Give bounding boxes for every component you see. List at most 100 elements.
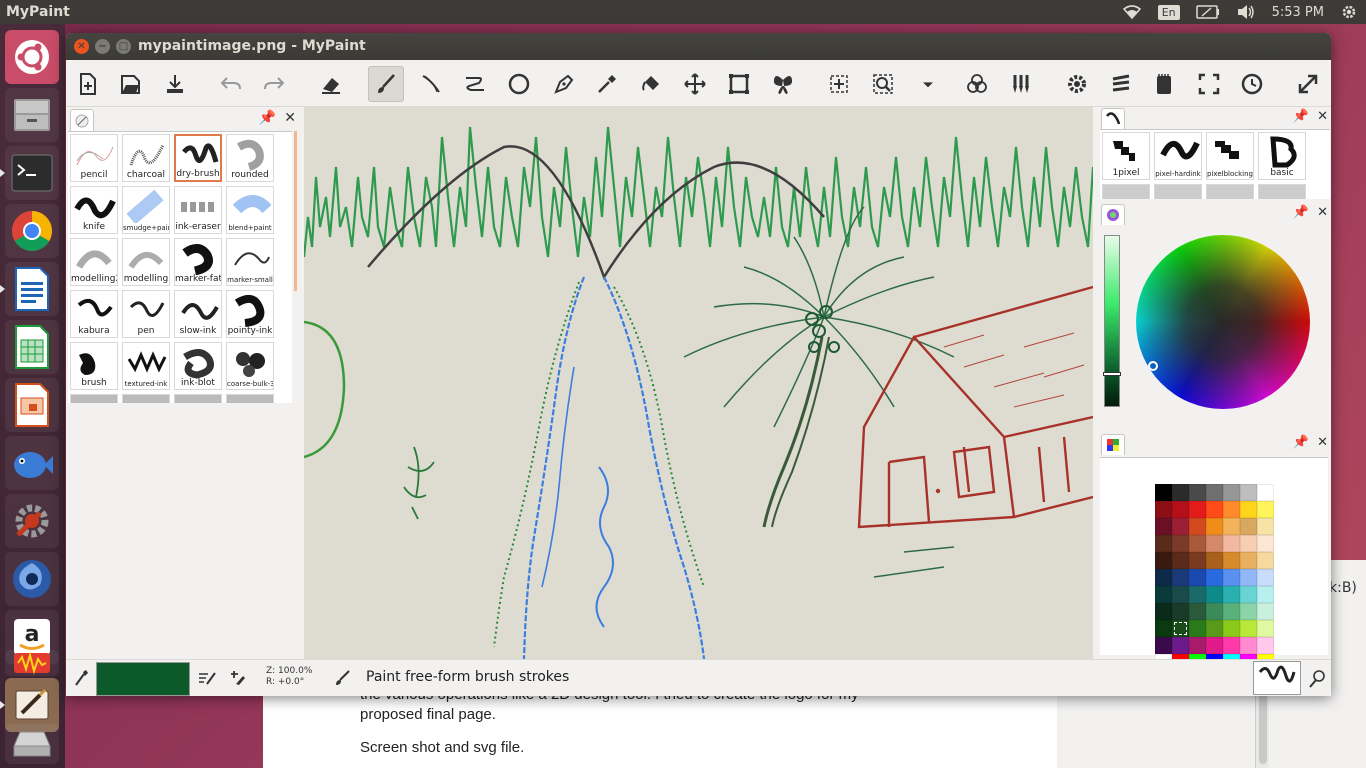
palette-swatch[interactable] xyxy=(1223,501,1240,518)
palette-swatch[interactable] xyxy=(1240,484,1257,501)
brush-item[interactable] xyxy=(1206,184,1254,199)
palette-swatch[interactable] xyxy=(1189,637,1206,654)
files-icon[interactable] xyxy=(5,88,59,142)
audio-app-icon[interactable] xyxy=(5,650,59,676)
palette-swatch[interactable] xyxy=(1223,637,1240,654)
palette-swatch[interactable] xyxy=(1189,552,1206,569)
palette-swatch[interactable] xyxy=(1155,620,1172,637)
pin-icon[interactable]: 📌 xyxy=(1293,435,1309,450)
palette-swatch[interactable] xyxy=(1206,620,1223,637)
battery-icon[interactable] xyxy=(1195,5,1220,19)
palette-swatch[interactable] xyxy=(1172,484,1189,501)
brush-item[interactable]: ink-blot xyxy=(174,342,222,390)
pin-icon[interactable]: 📌 xyxy=(259,110,276,126)
shutter-icon[interactable] xyxy=(5,552,59,606)
palette-swatch[interactable] xyxy=(1240,535,1257,552)
close-icon[interactable]: ✕ xyxy=(284,110,296,126)
brush-item[interactable]: ink-eraser xyxy=(174,186,222,234)
close-icon[interactable]: ✕ xyxy=(1317,205,1328,220)
fish-app-icon[interactable] xyxy=(5,436,59,490)
palette-swatch[interactable] xyxy=(1172,535,1189,552)
palette-swatch[interactable] xyxy=(1172,586,1189,603)
palette-swatch[interactable] xyxy=(1189,484,1206,501)
palette-swatch[interactable] xyxy=(1257,484,1274,501)
brush-group-tab[interactable] xyxy=(1101,108,1125,129)
impress-icon[interactable] xyxy=(5,378,59,432)
palette-swatch[interactable] xyxy=(1155,569,1172,586)
brush-item[interactable] xyxy=(226,394,274,403)
palette-swatch[interactable] xyxy=(1172,569,1189,586)
palette-swatch[interactable] xyxy=(1155,535,1172,552)
ubuntu-dash-icon[interactable] xyxy=(5,30,59,84)
palette-swatch[interactable] xyxy=(1206,518,1223,535)
palette-swatch[interactable] xyxy=(1240,518,1257,535)
palette-swatch[interactable] xyxy=(1189,518,1206,535)
brush-item[interactable] xyxy=(1154,184,1202,199)
palette-swatch[interactable] xyxy=(1240,552,1257,569)
color-wheel[interactable] xyxy=(1136,235,1310,409)
fill-icon[interactable] xyxy=(633,66,669,102)
palette-swatch[interactable] xyxy=(1189,603,1206,620)
fullscreen-icon[interactable] xyxy=(1191,66,1227,102)
palette-swatch[interactable] xyxy=(1223,586,1240,603)
palette-swatch[interactable] xyxy=(1257,620,1274,637)
pin-icon[interactable]: 📌 xyxy=(1293,205,1309,220)
save-icon[interactable] xyxy=(157,66,193,102)
close-icon[interactable]: ✕ xyxy=(1317,109,1328,124)
inking-pen-icon[interactable] xyxy=(546,66,582,102)
palette-swatch[interactable] xyxy=(1223,620,1240,637)
palette-swatch[interactable] xyxy=(1240,569,1257,586)
frame-icon[interactable] xyxy=(721,66,757,102)
palette-swatch[interactable] xyxy=(1257,535,1274,552)
palette-swatch[interactable] xyxy=(1189,535,1206,552)
brush-item[interactable]: modelling2 xyxy=(70,238,118,286)
close-icon[interactable]: ✕ xyxy=(1317,435,1328,450)
palette-swatch[interactable] xyxy=(1257,569,1274,586)
symmetry-icon[interactable] xyxy=(765,66,801,102)
brush-item[interactable]: basic xyxy=(1258,132,1306,180)
palette-swatch[interactable] xyxy=(1223,569,1240,586)
color-picker-icon[interactable] xyxy=(589,66,625,102)
brush-item[interactable]: pixelblocking xyxy=(1206,132,1254,180)
brush-item[interactable] xyxy=(1102,184,1150,199)
palette-swatch[interactable] xyxy=(1155,518,1172,535)
zoom-icon[interactable] xyxy=(865,66,901,102)
palette-swatch[interactable] xyxy=(1172,501,1189,518)
brush-panel-tab[interactable] xyxy=(70,109,94,131)
brush-history-icon[interactable] xyxy=(1308,670,1326,692)
palette-swatch[interactable] xyxy=(1257,586,1274,603)
settings-gear-icon[interactable] xyxy=(1340,3,1358,21)
brush-settings-icon[interactable] xyxy=(1003,66,1039,102)
palette-swatch[interactable] xyxy=(1172,637,1189,654)
background-scrollbar[interactable] xyxy=(1255,686,1269,768)
preferences-icon[interactable] xyxy=(1059,66,1095,102)
brush-item[interactable] xyxy=(70,394,118,403)
brush-edit-icon[interactable] xyxy=(198,670,216,690)
value-slider[interactable] xyxy=(1103,235,1121,407)
palette-swatch[interactable] xyxy=(1206,637,1223,654)
palette-swatch[interactable] xyxy=(1172,552,1189,569)
history-icon[interactable] xyxy=(1234,66,1270,102)
calc-icon[interactable] xyxy=(5,320,59,374)
drive-icon[interactable] xyxy=(5,724,59,764)
redo-icon[interactable] xyxy=(256,66,292,102)
palette-swatch[interactable] xyxy=(1172,603,1189,620)
terminal-icon[interactable] xyxy=(0,146,59,200)
connected-lines-icon[interactable] xyxy=(457,66,493,102)
chrome-icon[interactable] xyxy=(5,204,59,258)
palette-swatch[interactable] xyxy=(1155,586,1172,603)
palette-swatch[interactable] xyxy=(1257,518,1274,535)
brush-item[interactable]: kabura xyxy=(70,290,118,338)
palette-swatch[interactable] xyxy=(1223,535,1240,552)
palette-tab[interactable] xyxy=(1101,434,1125,455)
brush-item[interactable]: brush xyxy=(70,342,118,390)
layers-icon[interactable] xyxy=(959,66,995,102)
brush-item[interactable]: pen xyxy=(122,290,170,338)
brush-item[interactable]: pencil xyxy=(70,134,118,182)
brush-item[interactable]: pointy-ink xyxy=(226,290,274,338)
freehand-brush-icon[interactable] xyxy=(368,66,404,102)
ellipse-icon[interactable] xyxy=(501,66,537,102)
palette-swatch[interactable] xyxy=(1206,535,1223,552)
palette-swatch[interactable] xyxy=(1206,569,1223,586)
brush-item[interactable]: marker-fat xyxy=(174,238,222,286)
